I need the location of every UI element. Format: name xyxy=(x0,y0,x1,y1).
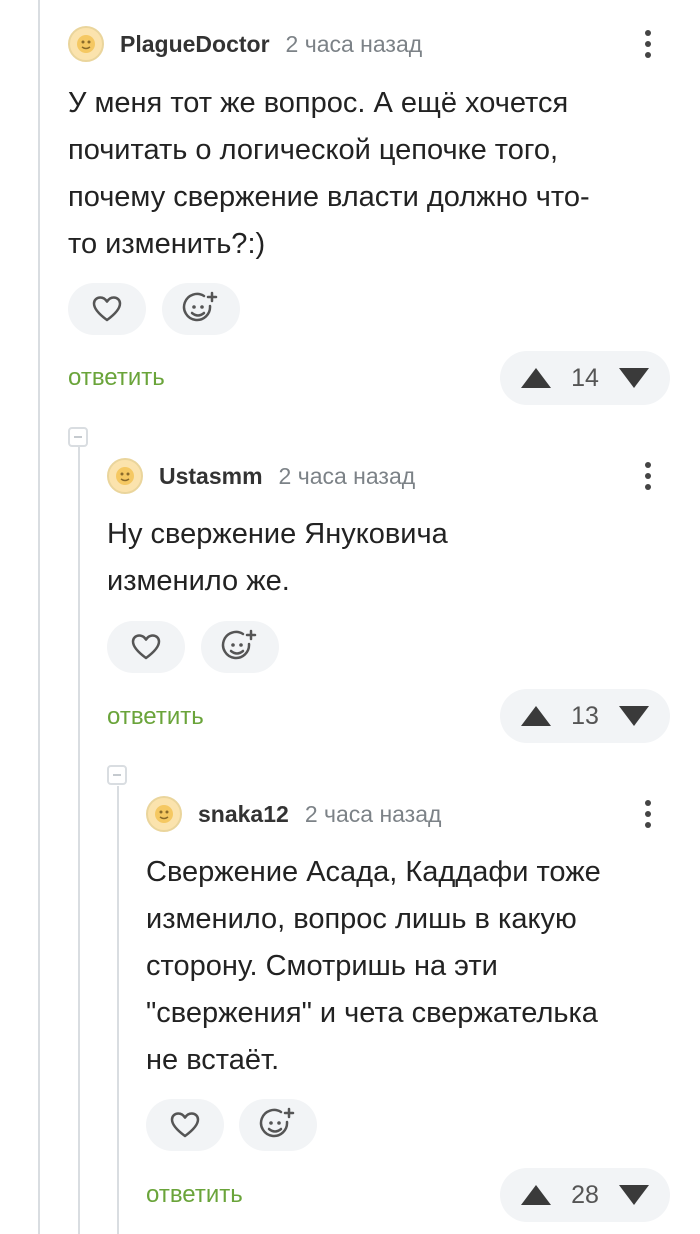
rating-control: 14 xyxy=(500,351,670,405)
add-emoji-icon xyxy=(259,1107,295,1138)
arrow-down-icon[interactable] xyxy=(617,704,651,728)
like-button[interactable] xyxy=(146,1099,224,1151)
rating-control: 13 xyxy=(500,689,670,743)
rating-control: 28 xyxy=(500,1168,670,1222)
arrow-down-icon[interactable] xyxy=(617,366,651,390)
comment-text-line: не встаёт. xyxy=(146,1044,280,1076)
comment-header: Ustasmm 2 часа назад xyxy=(107,456,415,496)
like-button[interactable] xyxy=(107,621,185,673)
arrow-up-icon[interactable] xyxy=(519,704,553,728)
arrow-down-icon[interactable] xyxy=(617,1183,651,1207)
comment-text-line: Ну свержение Януковича xyxy=(107,518,448,550)
more-vertical-icon[interactable] xyxy=(638,24,658,64)
reply-link[interactable]: ответить xyxy=(146,1181,243,1209)
comment-text-line: изменило же. xyxy=(107,565,290,597)
more-vertical-icon[interactable] xyxy=(638,794,658,834)
add-reaction-button[interactable] xyxy=(239,1099,317,1151)
thread-line-root xyxy=(38,0,40,1234)
avatar[interactable] xyxy=(107,458,143,494)
rating-value: 14 xyxy=(571,363,599,392)
comment-time: 2 часа назад xyxy=(278,462,416,489)
thread-line-level2 xyxy=(117,786,119,1234)
add-reaction-button[interactable] xyxy=(162,283,240,335)
comment-text-line: то изменить?:) xyxy=(68,228,266,260)
arrow-up-icon[interactable] xyxy=(519,1183,553,1207)
comment-text-line: У меня тот же вопрос. А ещё хочется xyxy=(68,87,569,119)
comment-author[interactable]: snaka12 xyxy=(198,801,289,828)
comment-text-line: сторону. Смотришь на эти xyxy=(146,950,498,982)
comment-text-line: "свержения" и чета свержателька xyxy=(146,997,598,1029)
comment-text-line: почему свержение власти должно что- xyxy=(68,181,590,213)
like-button[interactable] xyxy=(68,283,146,335)
reply-link[interactable]: ответить xyxy=(68,364,165,392)
comment-header: PlagueDoctor 2 часа назад xyxy=(68,24,422,64)
add-reaction-button[interactable] xyxy=(201,621,279,673)
comment-author[interactable]: PlagueDoctor xyxy=(120,31,270,58)
comment-author[interactable]: Ustasmm xyxy=(159,463,263,490)
heart-icon xyxy=(92,296,122,322)
reply-link[interactable]: ответить xyxy=(107,703,204,731)
comment-text: Ну свержение Януковича изменило же. xyxy=(107,511,448,605)
thread-line-level1 xyxy=(78,446,80,1234)
avatar[interactable] xyxy=(146,796,182,832)
more-vertical-icon[interactable] xyxy=(638,456,658,496)
comment-time: 2 часа назад xyxy=(285,30,423,57)
comment-text: У меня тот же вопрос. А ещё хочется почи… xyxy=(68,80,590,268)
comment-text-line: Свержение Асада, Каддафи тоже xyxy=(146,856,601,888)
rating-value: 13 xyxy=(571,701,599,730)
rating-value: 28 xyxy=(571,1180,599,1209)
heart-icon xyxy=(131,634,161,660)
comment-text-line: почитать о логической цепочке того, xyxy=(68,134,558,166)
arrow-up-icon[interactable] xyxy=(519,366,553,390)
comment-header: snaka12 2 часа назад xyxy=(146,794,441,834)
comment-text: Свержение Асада, Каддафи тоже изменило, … xyxy=(146,849,601,1084)
comment-text-line: изменило, вопрос лишь в какую xyxy=(146,903,577,935)
add-emoji-icon xyxy=(221,629,257,660)
collapse-thread-button[interactable] xyxy=(68,427,88,447)
avatar[interactable] xyxy=(68,26,104,62)
heart-icon xyxy=(170,1112,200,1138)
add-emoji-icon xyxy=(182,291,218,322)
comment-time: 2 часа назад xyxy=(304,800,442,827)
collapse-thread-button[interactable] xyxy=(107,765,127,785)
